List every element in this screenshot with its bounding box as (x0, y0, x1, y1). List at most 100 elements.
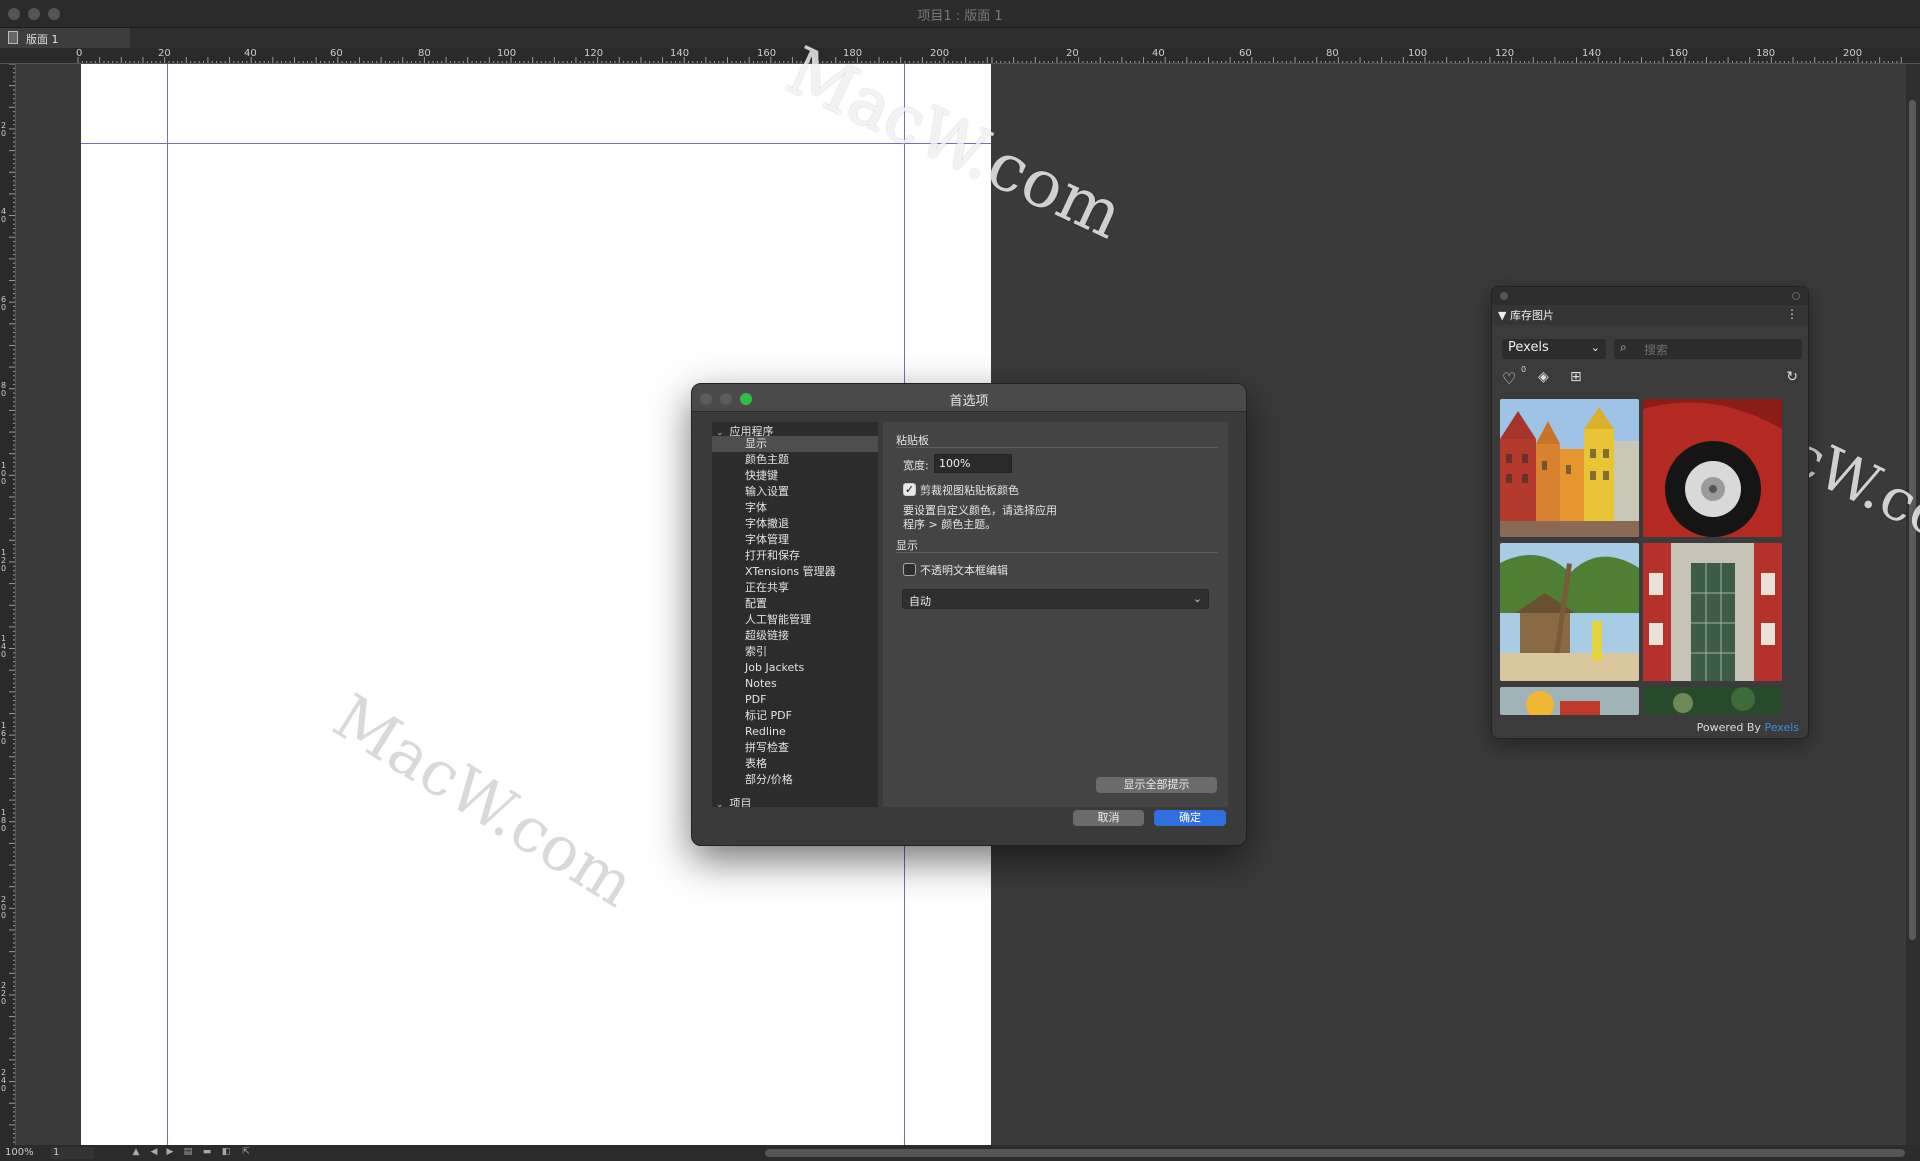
tree-item-font-fallback[interactable]: 字体撤退 (712, 516, 878, 532)
view-mode-icon[interactable]: ▤ (182, 1147, 194, 1158)
export-icon[interactable]: ⇱ (240, 1147, 252, 1158)
citrus-image (1500, 687, 1639, 715)
horizontal-ruler-ticks (77, 57, 1902, 63)
stock-thumbnail-car-wheel[interactable] (1643, 399, 1782, 537)
tree-item-shortcuts[interactable]: 快捷键 (712, 468, 878, 484)
tree-item-input-settings[interactable]: 输入设置 (712, 484, 878, 500)
tree-item-redline[interactable]: Redline (712, 724, 878, 740)
refresh-icon[interactable]: ↻ (1786, 369, 1798, 385)
tree-item-xtensions-manager[interactable]: XTensions 管理器 (712, 564, 878, 580)
layout-view-icon[interactable]: ▬ (201, 1147, 213, 1158)
tree-item-font-management[interactable]: 字体管理 (712, 532, 878, 548)
chevron-down-icon: ⌄ (1192, 592, 1202, 605)
split-view-icon[interactable]: ◧ (220, 1147, 232, 1158)
page-number-field[interactable]: 1 (50, 1147, 94, 1159)
horizontal-scroll-thumb[interactable] (765, 1149, 1905, 1157)
buildings-image (1500, 399, 1639, 537)
more-options-icon[interactable]: ⋮ (1786, 307, 1798, 321)
tree-item-hyperlinks[interactable]: 超级链接 (712, 628, 878, 644)
stock-thumbnail-facade[interactable] (1643, 543, 1782, 681)
h-ruler-label: 60 (330, 48, 343, 59)
tree-item-fractions-prices[interactable]: 部分/价格 (712, 772, 878, 788)
h-ruler-label: 180 (1756, 48, 1776, 59)
tree-item-configuration[interactable]: 配置 (712, 596, 878, 612)
h-ruler-label: 0 (76, 48, 83, 59)
custom-color-note-line2: 程序 > 颜色主题。 (903, 518, 997, 531)
h-ruler-label: 40 (244, 48, 257, 59)
panel-drag-handle[interactable] (1492, 287, 1808, 305)
tree-item-ai-management[interactable]: 人工智能管理 (712, 612, 878, 628)
width-label: 宽度: (903, 459, 929, 472)
add-folder-icon[interactable]: ⊞ (1570, 369, 1582, 385)
h-ruler-label: 100 (497, 48, 517, 59)
horizontal-ruler[interactable]: 0 20 40 60 80 100 120 140 160 180 200 20… (0, 48, 1920, 64)
tree-item-tables[interactable]: 表格 (712, 756, 878, 772)
search-placeholder: 搜索 (1644, 343, 1669, 357)
tree-item-spell-check[interactable]: 拼写检查 (712, 740, 878, 756)
stock-thumbnail-greenery[interactable] (1643, 687, 1782, 715)
layout-tab-bar: 版面 1 (0, 28, 1920, 48)
favorites-heart-icon[interactable]: ♡ (1502, 369, 1516, 388)
margin-guide-top[interactable] (81, 143, 991, 144)
margin-guide-left[interactable] (167, 64, 168, 1145)
tree-item-open-save[interactable]: 打开和保存 (712, 548, 878, 564)
stock-search-input[interactable]: ⌕ 搜索 (1614, 339, 1802, 359)
greenery-image (1643, 687, 1782, 715)
tree-item-notes[interactable]: Notes (712, 676, 878, 692)
collapse-triangle-icon: ▼ (1498, 309, 1507, 322)
v-ruler-label: 2 4 0 (1, 1068, 7, 1093)
opaque-text-box-checkbox[interactable] (903, 563, 916, 576)
stock-thumbnail-buildings[interactable] (1500, 399, 1639, 537)
section-divider (896, 552, 1218, 553)
v-ruler-label: 1 2 0 (1, 548, 7, 573)
show-all-tips-button[interactable]: 显示全部提示 (1096, 777, 1217, 793)
h-ruler-label: 160 (1669, 48, 1689, 59)
tree-item-color-theme[interactable]: 颜色主题 (712, 452, 878, 468)
h-ruler-label: 20 (1066, 48, 1079, 59)
vertical-scrollbar[interactable] (1906, 64, 1920, 1145)
tree-item-display[interactable]: 显示 (712, 436, 878, 452)
v-ruler-label: 2 0 (1, 121, 7, 138)
page-up-icon[interactable]: ▲ (130, 1147, 142, 1158)
prev-page-icon[interactable]: ◀ (148, 1147, 160, 1158)
display-mode-select[interactable]: 自动 ⌄ (902, 589, 1209, 609)
pexels-link[interactable]: Pexels (1764, 721, 1799, 734)
v-ruler-label: 4 0 (1, 207, 7, 224)
display-mode-value: 自动 (909, 595, 931, 608)
h-ruler-label: 80 (418, 48, 431, 59)
h-ruler-label: 80 (1326, 48, 1339, 59)
tree-item-fonts[interactable]: 字体 (712, 500, 878, 516)
dialog-title-bar[interactable]: 首选项 (692, 384, 1246, 412)
v-ruler-label: 1 6 0 (1, 721, 7, 746)
next-page-icon[interactable]: ▶ (164, 1147, 176, 1158)
stock-thumbnail-citrus[interactable] (1500, 687, 1639, 715)
h-ruler-label: 20 (158, 48, 171, 59)
powered-by-credit: Powered By Pexels (1697, 721, 1799, 734)
tree-group-project[interactable]: ⌄ 项目 (716, 795, 752, 807)
tree-group-label: 项目 (729, 797, 752, 807)
layers-icon[interactable]: ◈ (1538, 369, 1549, 385)
zoom-level[interactable]: 100% (5, 1147, 45, 1158)
panel-header[interactable]: ▼ 库存图片 ⋮ (1492, 305, 1808, 325)
provider-select[interactable]: Pexels ⌄ (1502, 339, 1606, 359)
tree-item-index[interactable]: 索引 (712, 644, 878, 660)
clip-pasteboard-color-checkbox[interactable]: ✓ (903, 483, 916, 496)
tree-item-job-jackets[interactable]: Job Jackets (712, 660, 878, 676)
ok-button[interactable]: 确定 (1154, 810, 1226, 826)
panel-close-button[interactable] (1500, 292, 1508, 300)
layout-tab-label: 版面 1 (26, 33, 59, 46)
cancel-button[interactable]: 取消 (1073, 810, 1144, 826)
v-ruler-label: 1 4 0 (1, 634, 7, 659)
stock-thumbnail-palm-beach[interactable] (1500, 543, 1639, 681)
vertical-ruler[interactable]: 2 0 4 0 6 0 8 0 1 0 0 1 2 0 1 4 0 1 6 0 … (0, 64, 16, 1145)
tree-item-pdf[interactable]: PDF (712, 692, 878, 708)
tree-item-sharing[interactable]: 正在共享 (712, 580, 878, 596)
panel-collapse-button[interactable] (1792, 292, 1800, 300)
layout-tab[interactable]: 版面 1 (0, 28, 130, 48)
h-ruler-label: 140 (1582, 48, 1602, 59)
search-icon: ⌕ (1620, 340, 1627, 354)
pasteboard-width-field[interactable]: 100% (934, 454, 1012, 473)
window-title-bar: 项目1 : 版面 1 (0, 0, 1920, 28)
h-ruler-label: 100 (1408, 48, 1428, 59)
tree-item-tagged-pdf[interactable]: 标记 PDF (712, 708, 878, 724)
